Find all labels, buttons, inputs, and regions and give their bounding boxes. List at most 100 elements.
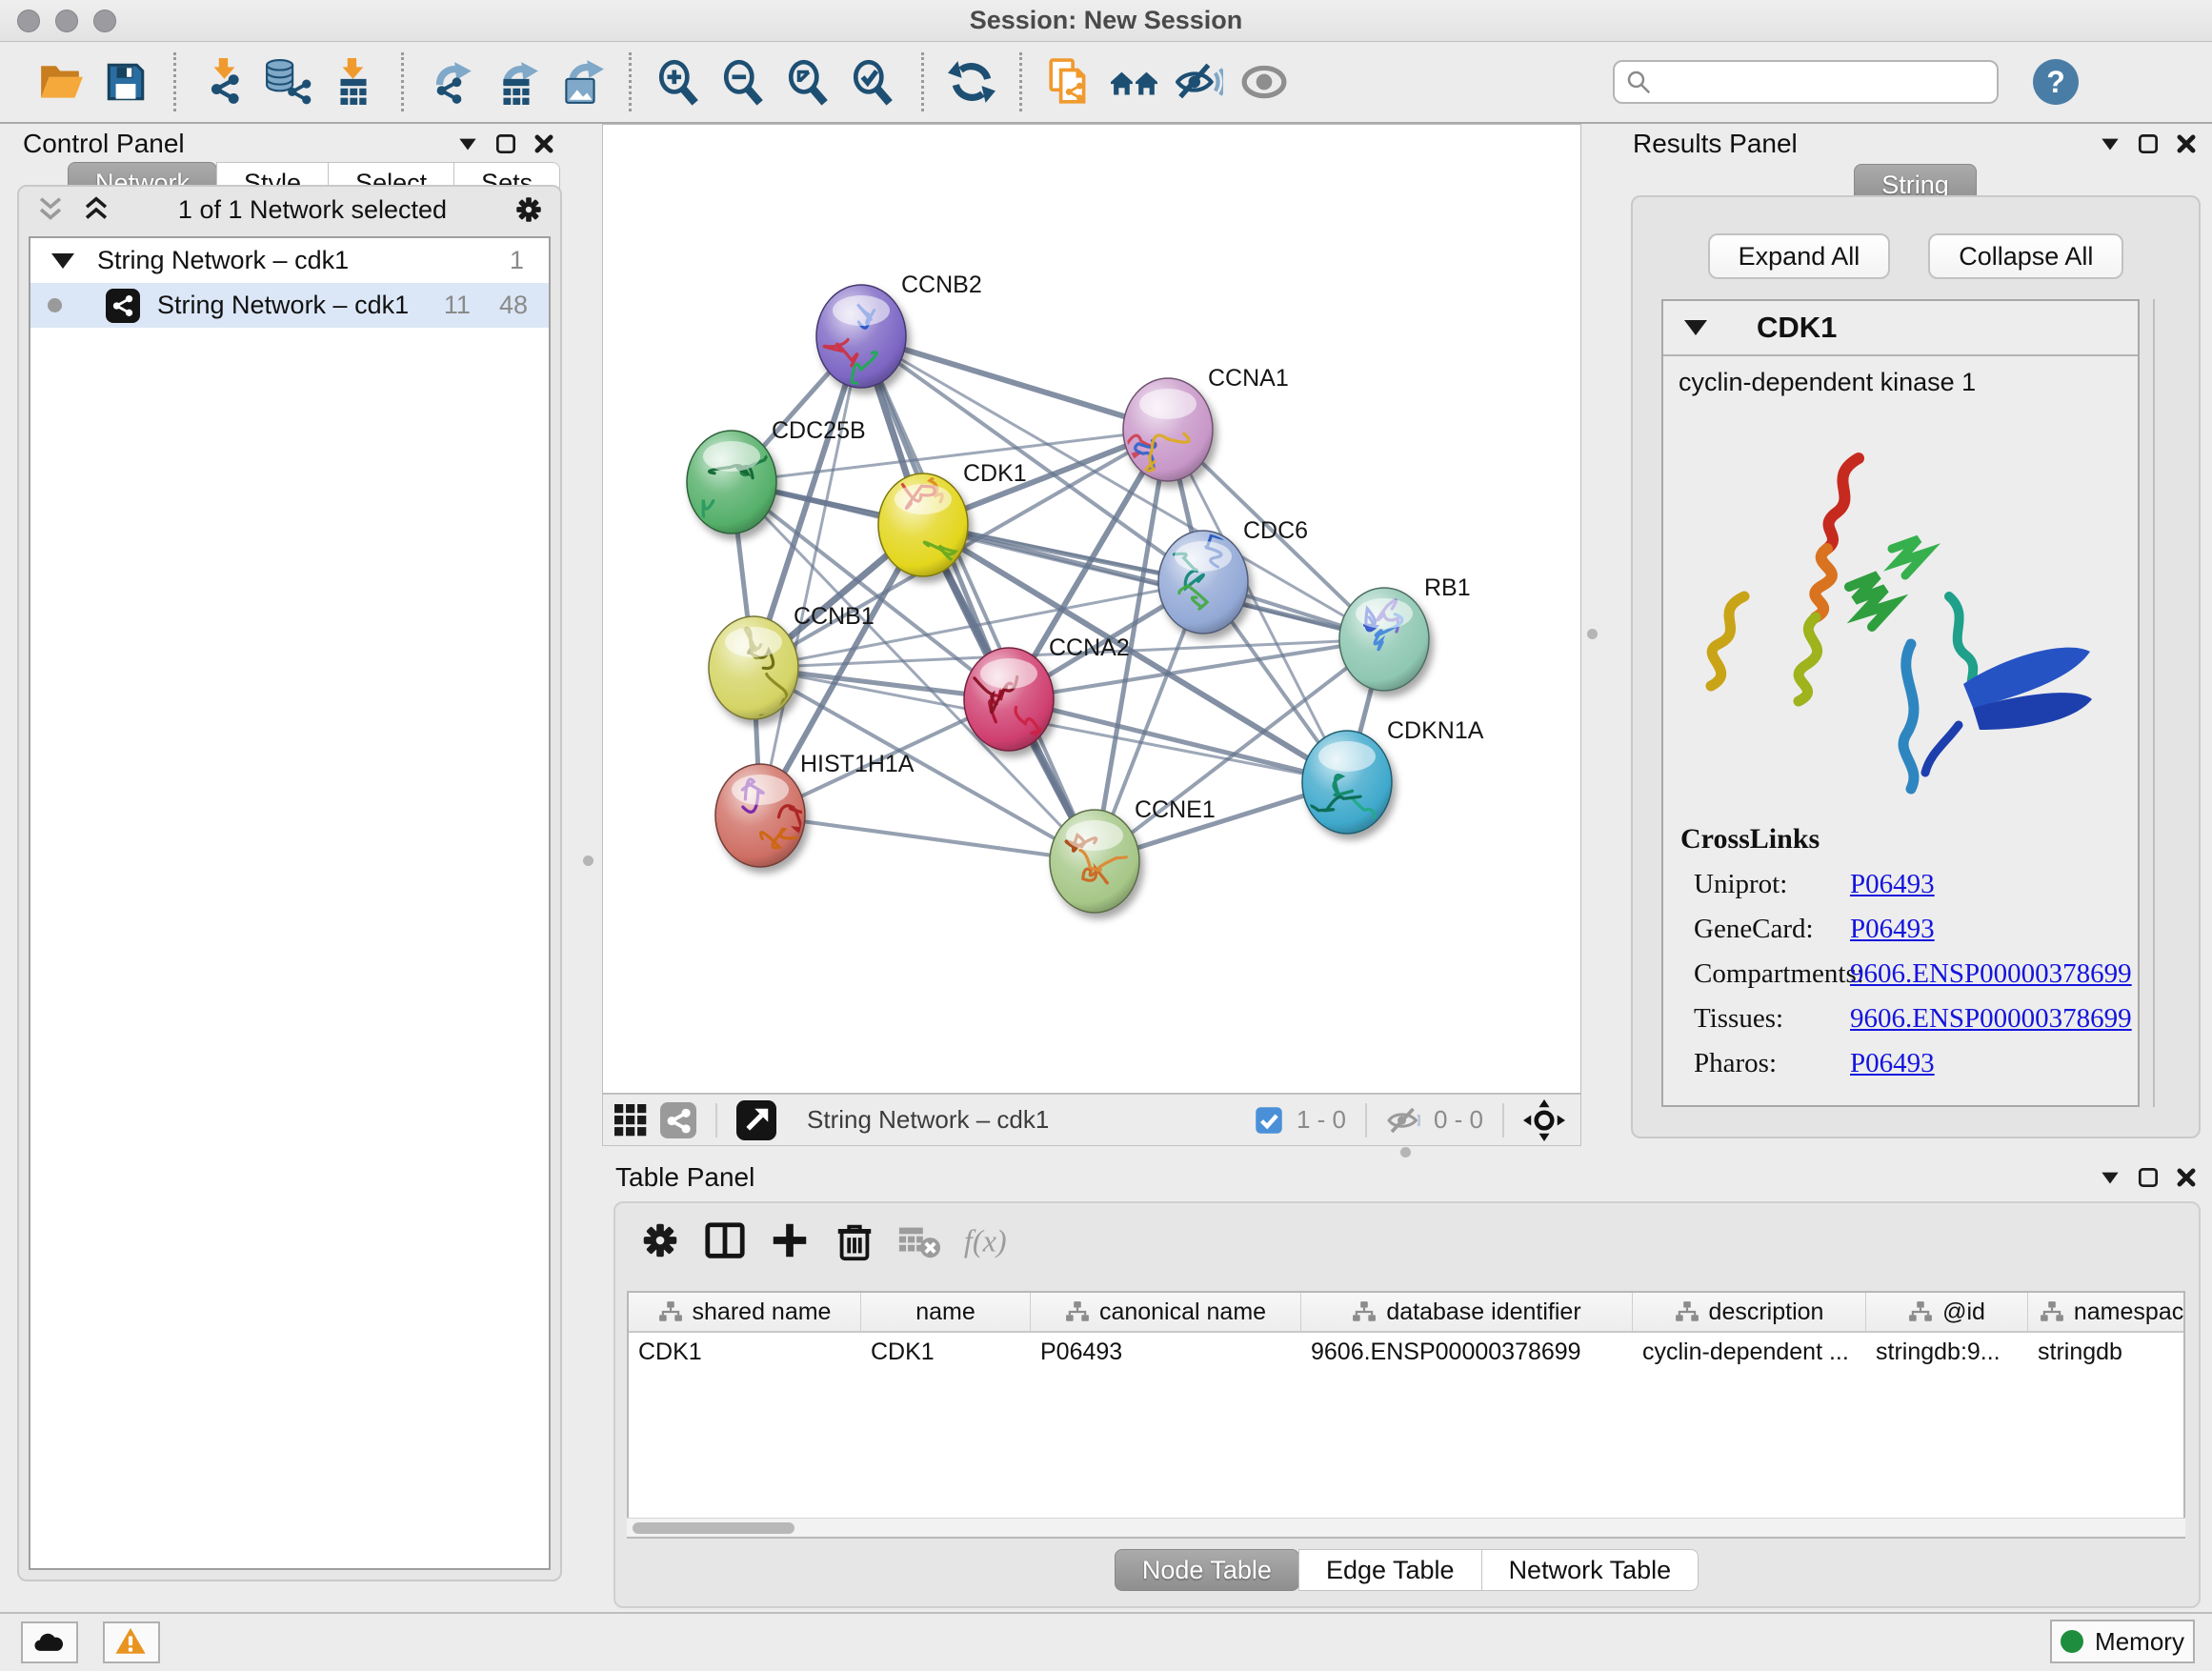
- network-node-CDC25B[interactable]: CDC25B: [687, 417, 866, 538]
- network-node-CDK1[interactable]: CDK1: [878, 460, 1027, 576]
- show-all-button[interactable]: [1237, 55, 1291, 109]
- gene-name: CDK1: [1757, 311, 1837, 345]
- cloud-status-button[interactable]: [21, 1621, 78, 1663]
- export-image-icon: [557, 58, 605, 106]
- table-cell[interactable]: CDK1: [861, 1333, 1031, 1373]
- splitter-grip-right[interactable]: [1587, 629, 1598, 639]
- export-network-button[interactable]: [425, 55, 478, 109]
- table-horizontal-scrollbar[interactable]: [627, 1518, 2185, 1537]
- first-neighbors-button[interactable]: [1108, 55, 1161, 109]
- panel-float-icon[interactable]: [493, 131, 518, 156]
- results-scrollbar-track[interactable]: [2153, 299, 2155, 1107]
- tab-node-table[interactable]: Node Table: [1115, 1549, 1299, 1591]
- crosslink-link[interactable]: 9606.ENSP00000378699: [1850, 958, 2132, 990]
- delete-column-icon[interactable]: [833, 1218, 876, 1262]
- table-panel: Table Panel f(x) shared namenamecanonica…: [602, 1158, 2212, 1612]
- import-network-button[interactable]: [197, 55, 251, 109]
- selected-checkbox-icon[interactable]: [1255, 1106, 1283, 1135]
- memory-button[interactable]: Memory: [2050, 1620, 2195, 1663]
- crosslink-link[interactable]: P06493: [1850, 1048, 1935, 1079]
- panel-close-icon[interactable]: [2174, 131, 2199, 156]
- panel-close-icon[interactable]: [532, 131, 556, 156]
- show-columns-icon[interactable]: [703, 1218, 747, 1262]
- column-header-shared-name[interactable]: shared name: [629, 1293, 861, 1331]
- column-header-database-identifier[interactable]: database identifier: [1301, 1293, 1633, 1331]
- open-session-button[interactable]: [34, 55, 88, 109]
- control-panel-title: Control Panel: [23, 129, 185, 159]
- export-image-button[interactable]: [554, 55, 608, 109]
- zoom-out-button[interactable]: [717, 55, 771, 109]
- network-edges[interactable]: [732, 336, 1384, 861]
- zoom-selected-button[interactable]: [847, 55, 900, 109]
- network-overview-icon[interactable]: [660, 1102, 696, 1138]
- gene-section-header[interactable]: CDK1: [1663, 301, 2138, 356]
- network-node-RB1[interactable]: RB1: [1339, 574, 1471, 691]
- zoom-in-button[interactable]: [653, 55, 706, 109]
- import-network-icon: [200, 58, 248, 106]
- collection-expand-icon[interactable]: [51, 253, 74, 269]
- column-header-name[interactable]: name: [861, 1293, 1031, 1331]
- duplicate-network-button[interactable]: [1043, 55, 1096, 109]
- current-network-dot: [48, 298, 62, 312]
- column-header-canonical-name[interactable]: canonical name: [1031, 1293, 1301, 1331]
- panel-float-icon[interactable]: [2136, 1165, 2161, 1190]
- tab-edge-table[interactable]: Edge Table: [1298, 1549, 1482, 1591]
- hide-selected-button[interactable]: [1173, 55, 1226, 109]
- zoom-fit-button[interactable]: [782, 55, 835, 109]
- warnings-button[interactable]: [103, 1621, 160, 1663]
- panel-close-icon[interactable]: [2174, 1165, 2199, 1190]
- splitter-grip-bottom[interactable]: [1400, 1147, 1411, 1158]
- table-cell[interactable]: 9606.ENSP00000378699: [1301, 1333, 1633, 1373]
- network-node-CDKN1A[interactable]: CDKN1A: [1302, 717, 1484, 836]
- network-row[interactable]: String Network – cdk1 11 48: [30, 283, 549, 328]
- table-cell[interactable]: P06493: [1031, 1333, 1301, 1373]
- hidden-eye-icon[interactable]: [1386, 1103, 1420, 1137]
- network-options-gear-icon[interactable]: [513, 193, 545, 226]
- panel-menu-icon[interactable]: [2098, 1165, 2122, 1190]
- table-row[interactable]: CDK1CDK1P064939606.ENSP00000378699cyclin…: [629, 1333, 2183, 1373]
- grid-view-icon[interactable]: [614, 1104, 647, 1137]
- network-node-HIST1H1A[interactable]: HIST1H1A: [715, 751, 915, 867]
- search-input[interactable]: [1660, 67, 1987, 98]
- network-view-toolbar: String Network – cdk1 1 - 0 0 - 0: [602, 1094, 1581, 1146]
- panel-menu-icon[interactable]: [455, 131, 480, 156]
- memory-status-dot: [2061, 1630, 2083, 1653]
- table-cell[interactable]: CDK1: [629, 1333, 861, 1373]
- collapse-section-icon[interactable]: [1684, 320, 1707, 335]
- detach-view-icon[interactable]: [736, 1100, 776, 1140]
- table-cell[interactable]: stringdb: [2028, 1333, 2185, 1373]
- crosslink-link[interactable]: P06493: [1850, 869, 1935, 900]
- table-cell[interactable]: stringdb:9...: [1866, 1333, 2028, 1373]
- import-table-button[interactable]: [327, 55, 380, 109]
- expand-all-icon[interactable]: [80, 193, 112, 226]
- table-options-gear-icon[interactable]: [638, 1218, 682, 1262]
- collapse-all-icon[interactable]: [34, 193, 67, 226]
- search-box[interactable]: [1613, 60, 1999, 104]
- function-builder-icon: f(x): [962, 1218, 1033, 1262]
- crosslink-link[interactable]: P06493: [1850, 914, 1935, 945]
- node-details-card: CDK1 cyclin-dependent kinase 1: [1661, 299, 2140, 1107]
- scrollbar-thumb[interactable]: [633, 1522, 794, 1534]
- import-network-database-button[interactable]: [262, 55, 315, 109]
- network-node-CCNB2[interactable]: CCNB2: [816, 272, 982, 405]
- fit-selected-icon[interactable]: [1523, 1099, 1565, 1141]
- column-header-description[interactable]: description: [1633, 1293, 1866, 1331]
- refresh-button[interactable]: [945, 55, 998, 109]
- network-canvas[interactable]: CCNB2 CCNA1 CDC25B CDK1 CDC6 RB1 CCNB1: [602, 124, 1581, 1094]
- table-cell[interactable]: cyclin-dependent ...: [1633, 1333, 1866, 1373]
- column-header-namespace[interactable]: namespace: [2028, 1293, 2185, 1331]
- save-session-button[interactable]: [99, 55, 152, 109]
- collapse-all-button[interactable]: Collapse All: [1928, 233, 2123, 279]
- splitter-grip-left[interactable]: [583, 856, 593, 866]
- help-button[interactable]: ?: [2033, 59, 2079, 105]
- refresh-icon: [948, 58, 995, 106]
- panel-menu-icon[interactable]: [2098, 131, 2122, 156]
- panel-float-icon[interactable]: [2136, 131, 2161, 156]
- expand-all-button[interactable]: Expand All: [1708, 233, 1891, 279]
- column-header-@id[interactable]: @id: [1866, 1293, 2028, 1331]
- crosslink-link[interactable]: 9606.ENSP00000378699: [1850, 1003, 2132, 1035]
- network-collection-row[interactable]: String Network – cdk1 1: [30, 238, 549, 283]
- export-table-button[interactable]: [490, 55, 543, 109]
- add-column-icon[interactable]: [768, 1218, 812, 1262]
- tab-network-table[interactable]: Network Table: [1481, 1549, 1699, 1591]
